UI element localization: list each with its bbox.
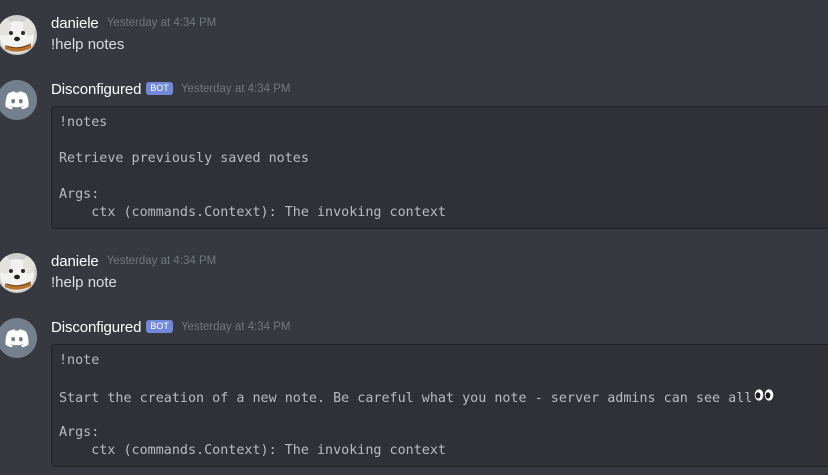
dog-avatar-icon[interactable] [0,15,37,55]
timestamp: Yesterday at 4:34 PM [106,17,217,29]
username[interactable]: Disconfigured [51,81,142,98]
eyes-emoji-icon [754,388,774,408]
message-header: Disconfigured BOT Yesterday at 4:34 PM [51,79,290,99]
code-block: !note Start the creation of a new note. … [51,344,828,467]
message-header: Disconfigured BOT Yesterday at 4:34 PM [51,317,290,337]
bot-badge: BOT [146,319,173,333]
bot-badge: BOT [146,81,173,95]
chat-message-list: daniele Yesterday at 4:34 PM !help notes… [0,0,828,475]
code-line: Args: [59,425,100,440]
username[interactable]: Disconfigured [51,319,142,336]
code-line: Retrieve previously saved notes [59,151,309,166]
discord-logo-icon[interactable] [0,318,37,358]
message-text: !help note [51,274,117,291]
timestamp: Yesterday at 4:34 PM [180,83,291,95]
timestamp: Yesterday at 4:34 PM [180,321,291,333]
username[interactable]: daniele [51,253,99,270]
code-line: ctx (commands.Context): The invoking con… [59,205,446,220]
message-text: !help notes [51,36,125,53]
timestamp: Yesterday at 4:34 PM [106,255,217,267]
code-block: !notes Retrieve previously saved notes A… [51,106,828,229]
username[interactable]: daniele [51,15,99,32]
message-header: daniele Yesterday at 4:34 PM [51,251,216,271]
code-line: Args: [59,187,100,202]
dog-avatar-icon[interactable] [0,253,37,293]
code-line: !note [59,353,100,368]
code-line-with-emoji: Start the creation of a new note. Be car… [59,388,774,408]
code-line: ctx (commands.Context): The invoking con… [59,443,446,458]
discord-logo-icon[interactable] [0,80,37,120]
code-line: !notes [59,115,108,130]
message-header: daniele Yesterday at 4:34 PM [51,13,216,33]
code-line-text: Start the creation of a new note. Be car… [59,391,753,406]
